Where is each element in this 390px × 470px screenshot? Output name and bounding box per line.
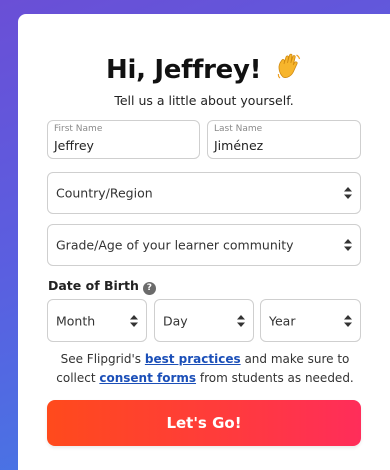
day-select[interactable]: Day	[154, 299, 254, 342]
greeting-text: Hi, Jeffrey!	[106, 55, 262, 85]
country-region-placeholder: Country/Region	[56, 185, 153, 201]
first-name-value: Jeffrey	[54, 138, 94, 153]
month-placeholder: Month	[56, 313, 96, 328]
updown-chevron-icon	[344, 187, 352, 199]
month-select[interactable]: Month	[47, 299, 147, 342]
last-name-value: Jiménez	[214, 138, 264, 153]
info-suffix: from students as needed.	[196, 371, 354, 385]
best-practices-link[interactable]: best practices	[145, 352, 241, 366]
grade-age-select[interactable]: Grade/Age of your learner community	[47, 224, 361, 266]
question-mark-icon[interactable]: ?	[142, 282, 156, 295]
updown-chevron-icon	[344, 239, 352, 251]
first-name-field[interactable]: First Name Jeffrey	[47, 120, 200, 159]
page-subtitle: Tell us a little about yourself.	[114, 93, 294, 108]
page-title: Hi, Jeffrey!	[18, 52, 390, 89]
year-placeholder: Year	[269, 313, 296, 328]
updown-chevron-icon	[344, 314, 352, 327]
grade-age-placeholder: Grade/Age of your learner community	[56, 237, 294, 253]
last-name-field[interactable]: Last Name Jiménez	[207, 120, 361, 159]
lets-go-button[interactable]: Let's Go!	[47, 400, 361, 446]
last-name-label: Last Name	[214, 124, 263, 134]
consent-forms-link[interactable]: consent forms	[99, 371, 196, 385]
day-placeholder: Day	[163, 313, 188, 328]
country-region-select[interactable]: Country/Region	[47, 172, 361, 214]
date-of-birth-label: Date of Birth?	[48, 278, 156, 295]
updown-chevron-icon	[130, 314, 138, 327]
date-of-birth-text: Date of Birth	[48, 278, 139, 293]
info-prefix: See Flipgrid's	[60, 352, 145, 366]
consent-info-text: See Flipgrid's best practices and make s…	[48, 350, 362, 388]
year-select[interactable]: Year	[260, 299, 361, 342]
waving-hand-icon	[276, 52, 302, 89]
profile-card: Hi, Jeffrey! Tell us a little about your…	[18, 14, 390, 470]
first-name-label: First Name	[54, 124, 103, 134]
updown-chevron-icon	[237, 314, 245, 327]
